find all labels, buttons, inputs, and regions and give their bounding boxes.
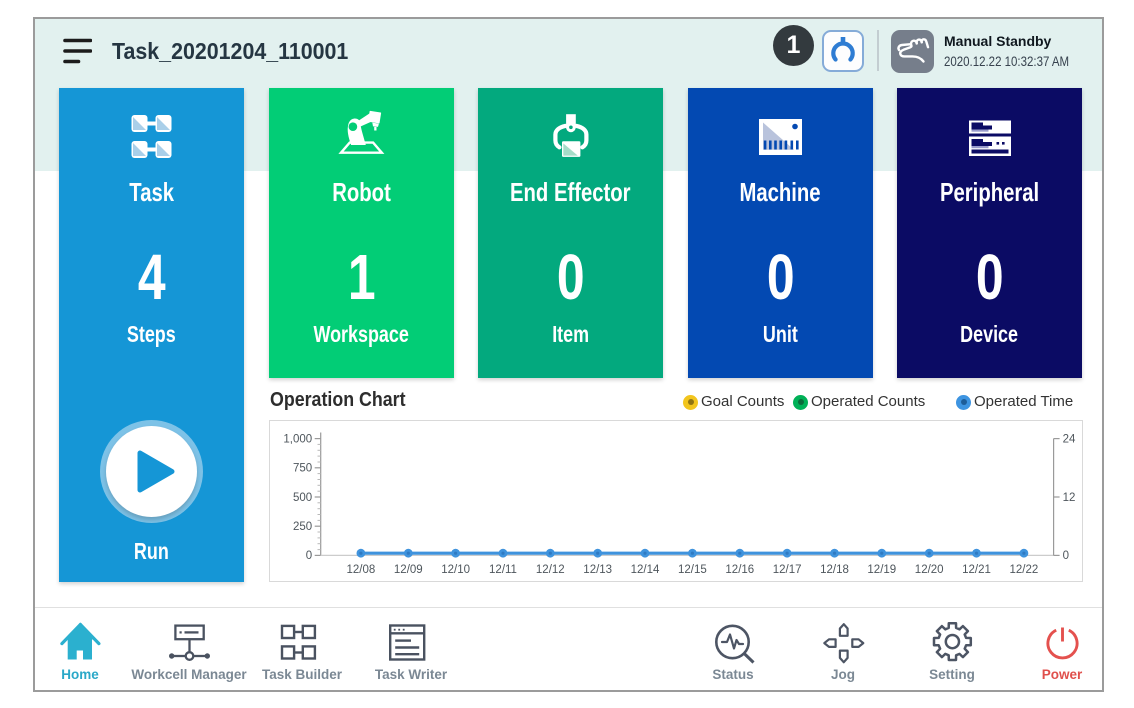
svg-text:12/15: 12/15 bbox=[678, 564, 707, 576]
svg-text:12/17: 12/17 bbox=[773, 564, 802, 576]
svg-text:12/11: 12/11 bbox=[489, 564, 517, 576]
svg-text:500: 500 bbox=[293, 492, 312, 504]
svg-text:1,000: 1,000 bbox=[283, 433, 312, 445]
svg-text:750: 750 bbox=[293, 463, 312, 475]
svg-text:0: 0 bbox=[1063, 550, 1069, 562]
svg-text:12/14: 12/14 bbox=[631, 564, 660, 576]
svg-text:250: 250 bbox=[293, 521, 312, 533]
svg-text:12/09: 12/09 bbox=[394, 564, 423, 576]
svg-text:0: 0 bbox=[306, 550, 312, 562]
svg-text:12/10: 12/10 bbox=[441, 564, 470, 576]
svg-text:12: 12 bbox=[1063, 492, 1076, 504]
svg-text:12/13: 12/13 bbox=[583, 564, 612, 576]
svg-text:12/20: 12/20 bbox=[915, 564, 944, 576]
svg-text:12/16: 12/16 bbox=[725, 564, 754, 576]
svg-text:12/21: 12/21 bbox=[962, 564, 991, 576]
svg-text:12/22: 12/22 bbox=[1010, 564, 1039, 576]
svg-text:24: 24 bbox=[1063, 433, 1076, 445]
svg-text:12/08: 12/08 bbox=[347, 564, 376, 576]
svg-text:12/18: 12/18 bbox=[820, 564, 849, 576]
svg-text:12/12: 12/12 bbox=[536, 564, 565, 576]
svg-text:12/19: 12/19 bbox=[867, 564, 896, 576]
